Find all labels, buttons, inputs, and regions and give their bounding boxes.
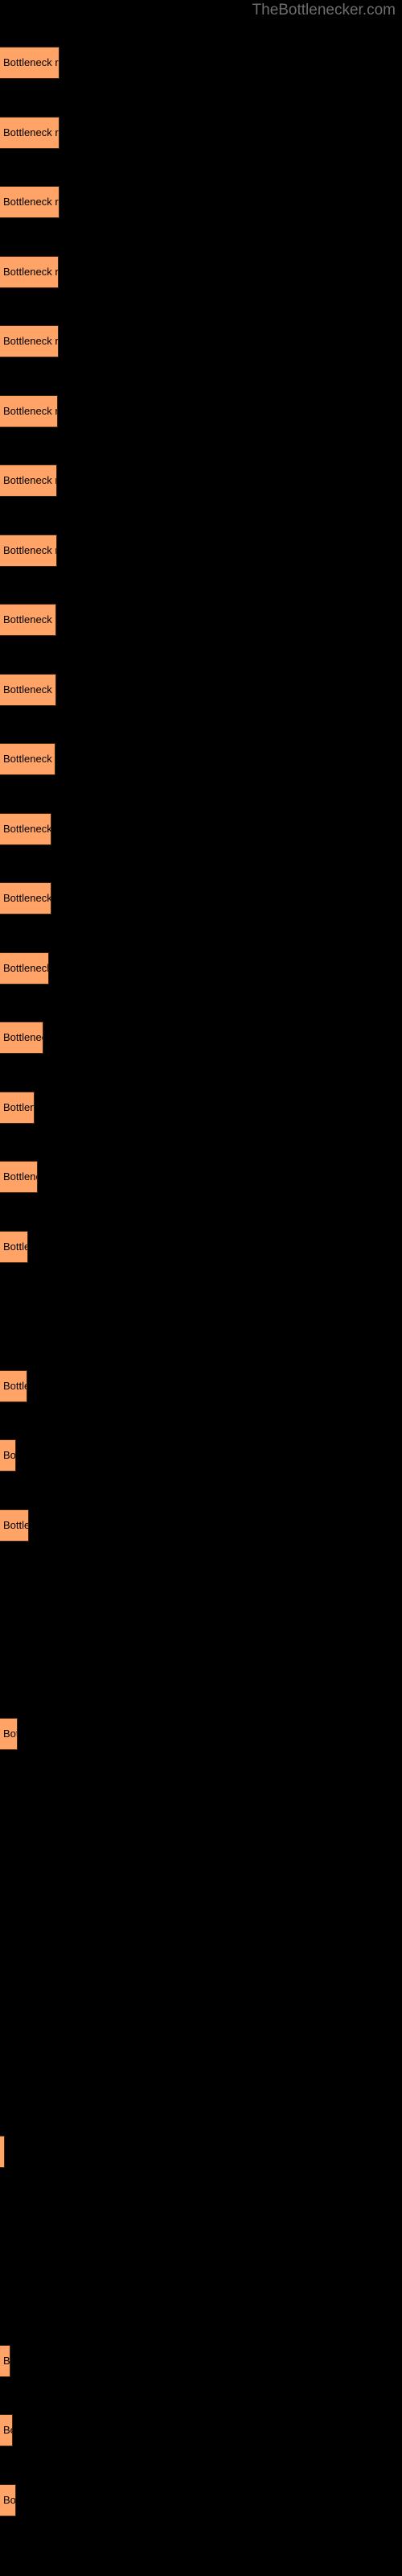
bar[interactable]: Bottleneck result bbox=[0, 1161, 38, 1193]
bar[interactable]: Bottleneck result bbox=[0, 1022, 43, 1054]
bar-row: Bottleneck result bbox=[0, 2483, 402, 2516]
bar-label: Bottleneck result bbox=[3, 1100, 34, 1113]
bar-label: Bottleneck result bbox=[3, 543, 56, 556]
bar[interactable]: Bottleneck result bbox=[0, 604, 56, 636]
bar-row: Bottleneck result bbox=[0, 47, 402, 79]
bar-row bbox=[0, 1927, 402, 1959]
bar-row bbox=[0, 2066, 402, 2099]
bar-label: Bottleneck result bbox=[3, 126, 59, 138]
bar[interactable]: Bottleneck result bbox=[0, 2344, 10, 2377]
bar[interactable]: Bottleneck result bbox=[0, 186, 59, 218]
bar-row: Bottleneck result bbox=[0, 464, 402, 497]
bar[interactable]: Bottleneck result bbox=[0, 255, 59, 288]
bar[interactable]: Bottleneck result bbox=[0, 464, 57, 497]
bar-label: Bottleneck result bbox=[3, 1728, 17, 1740]
bar[interactable]: Bottleneck result bbox=[0, 1509, 29, 1542]
bar-row: Bottleneck result bbox=[0, 1718, 402, 1750]
bar-label: Bottleneck result bbox=[3, 196, 59, 208]
bar-label: Bottleneck result bbox=[3, 1031, 43, 1043]
bar-row: Bottleneck result bbox=[0, 1230, 402, 1263]
bar-row: Bottleneck result bbox=[0, 882, 402, 914]
bar-label: Bottleneck result bbox=[3, 961, 49, 974]
bar-row bbox=[0, 1857, 402, 1889]
bar-row: Bottleneck result bbox=[0, 116, 402, 149]
bar-row bbox=[0, 1300, 402, 1332]
bar-label: Bottleneck result bbox=[3, 753, 55, 765]
bar-row bbox=[0, 1996, 402, 2029]
bar-label: Bottleneck result bbox=[3, 265, 59, 278]
bar-row bbox=[0, 2206, 402, 2238]
bar-label: Bottleneck result bbox=[3, 2146, 4, 2157]
bar-row: Bottleneck result bbox=[0, 743, 402, 775]
bar[interactable]: Bottleneck result bbox=[0, 116, 59, 149]
bar-row bbox=[0, 1579, 402, 1611]
bar[interactable]: Bottleneck result bbox=[0, 325, 59, 357]
bar-row bbox=[0, 1649, 402, 1681]
bar[interactable]: Bottleneck result bbox=[0, 812, 51, 845]
bar[interactable]: Bottleneck result bbox=[0, 2483, 16, 2516]
bar-row: Bottleneck result bbox=[0, 1091, 402, 1124]
bar-label: Bottleneck result bbox=[3, 56, 59, 68]
bar[interactable]: Bottleneck result bbox=[0, 673, 56, 706]
bar-label: Bottleneck result bbox=[3, 1449, 16, 1461]
bar-row: Bottleneck result bbox=[0, 1439, 402, 1472]
bar-row: Bottleneck result bbox=[0, 1509, 402, 1542]
bar-row: Bottleneck result bbox=[0, 255, 402, 288]
bar-row: Bottleneck result bbox=[0, 325, 402, 357]
bar-row: Bottleneck result bbox=[0, 673, 402, 706]
bar-row: Bottleneck result bbox=[0, 394, 402, 427]
bar-row: Bottleneck result bbox=[0, 604, 402, 636]
bar-label: Bottleneck result bbox=[3, 613, 55, 625]
bar-label: Bottleneck result bbox=[3, 1379, 27, 1392]
bar-row: Bottleneck result bbox=[0, 1369, 402, 1402]
bar-row: Bottleneck result bbox=[0, 186, 402, 218]
bar-label: Bottleneck result bbox=[3, 683, 55, 696]
bar-row bbox=[0, 1788, 402, 1820]
bar-label: Bottleneck result bbox=[3, 1240, 27, 1253]
bar[interactable]: Bottleneck result bbox=[0, 47, 59, 79]
bar-row: Bottleneck result bbox=[0, 1022, 402, 1054]
bar-row: Bottleneck result bbox=[0, 2414, 402, 2446]
bar[interactable]: Bottleneck result bbox=[0, 2414, 13, 2446]
bar-label: Bottleneck result bbox=[3, 2493, 16, 2506]
bar[interactable]: Bottleneck result bbox=[0, 1439, 16, 1472]
bar[interactable]: Bottleneck result bbox=[0, 1718, 18, 1750]
bar-label: Bottleneck result bbox=[3, 892, 51, 904]
bar-row bbox=[0, 2275, 402, 2307]
bottleneck-bar-chart: Bottleneck result Bottleneck result Bottle… bbox=[0, 0, 402, 2576]
bar-row: Bottleneck result bbox=[0, 952, 402, 985]
bar-row: Bottleneck result bbox=[0, 1161, 402, 1193]
bar-row: Bottleneck result bbox=[0, 2136, 402, 2168]
bar[interactable]: Bottleneck result bbox=[0, 1369, 27, 1402]
bar[interactable]: Bottleneck result bbox=[0, 882, 51, 914]
bar[interactable]: Bottleneck result bbox=[0, 1230, 28, 1263]
bar-label: Bottleneck result bbox=[3, 335, 59, 347]
bar-label: Bottleneck result bbox=[3, 404, 57, 417]
bar[interactable]: Bottleneck result bbox=[0, 534, 57, 567]
bar-label: Bottleneck result bbox=[3, 2424, 12, 2436]
bar-label: Bottleneck result bbox=[3, 1518, 28, 1531]
bar[interactable]: Bottleneck result bbox=[0, 952, 49, 985]
bar-row: Bottleneck result bbox=[0, 812, 402, 845]
bar[interactable]: Bottleneck result bbox=[0, 394, 58, 427]
bar-label: Bottleneck result bbox=[3, 474, 56, 486]
bar-label: Bottleneck result bbox=[3, 2354, 10, 2367]
bar[interactable]: Bottleneck result bbox=[0, 1091, 35, 1124]
bar-label: Bottleneck result bbox=[3, 1170, 37, 1183]
bar-row: Bottleneck result bbox=[0, 2344, 402, 2377]
bar-row: Bottleneck result bbox=[0, 534, 402, 567]
bar[interactable]: Bottleneck result bbox=[0, 743, 55, 775]
bar-label: Bottleneck result bbox=[3, 822, 51, 835]
bar[interactable]: Bottleneck result bbox=[0, 2136, 5, 2168]
